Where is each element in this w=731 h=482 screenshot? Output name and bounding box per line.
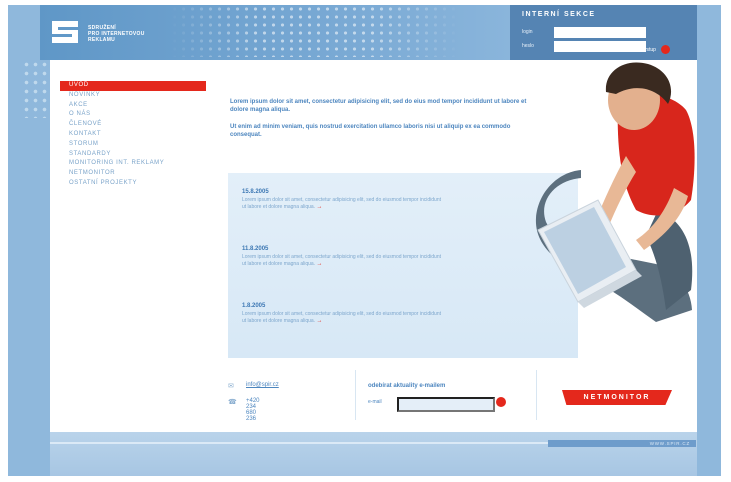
menu-item-ostatni-projekty[interactable]: OSTATNÍ PROJEKTY <box>60 179 206 189</box>
contact-phone: +420 234 680 236 <box>246 398 260 422</box>
logo-line-3: REKLAMU <box>88 37 116 43</box>
main-content: ÚVOD NOVINKY AKCE O NÁS ČLENOVÉ KONTAKT … <box>50 60 697 432</box>
menu-item-storum[interactable]: STORUM <box>60 140 206 150</box>
site-footer: WWW.SPIR.CZ <box>50 432 697 476</box>
login-submit-label: vstup <box>644 46 656 53</box>
subscribe-submit-button[interactable] <box>496 397 506 407</box>
menu-item-netmonitor[interactable]: NETMONITOR <box>60 169 206 179</box>
subscribe-title: odebírat aktuality e-mailem <box>368 383 446 389</box>
contact-email-link[interactable]: info@spir.cz <box>246 382 279 388</box>
main-menu: ÚVOD NOVINKY AKCE O NÁS ČLENOVÉ KONTAKT … <box>60 81 206 189</box>
news-date: 11.8.2005 <box>242 246 269 252</box>
footer-link[interactable]: WWW.SPIR.CZ <box>548 440 696 447</box>
login-title: INTERNÍ SEKCE <box>522 11 596 18</box>
menu-item-uvod[interactable]: ÚVOD <box>60 81 206 91</box>
news-item: 1.8.2005 Lorem ipsum dolor sit amet, con… <box>242 303 442 324</box>
logo-mark-icon <box>52 21 78 43</box>
subscribe-row: e-mail <box>368 397 506 412</box>
newsletter-subscribe: odebírat aktuality e-mailem e-mail <box>368 383 506 412</box>
news-item: 15.8.2005 Lorem ipsum dolor sit amet, co… <box>242 189 442 210</box>
menu-item-o-nas[interactable]: O NÁS <box>60 110 206 120</box>
subscribe-email-input[interactable] <box>397 397 495 412</box>
footer-divider <box>50 442 548 444</box>
mail-icon: ✉ <box>228 383 234 390</box>
logo-text: SDRUŽENÍ PRO INTERNETOVOU REKLAMU <box>88 25 178 43</box>
divider <box>355 370 356 420</box>
menu-item-akce[interactable]: AKCE <box>60 101 206 111</box>
news-more-arrow-icon[interactable]: → <box>317 261 323 267</box>
news-text: Lorem ipsum dolor sit amet, consectetur … <box>242 197 441 210</box>
login-password-input[interactable] <box>554 41 646 52</box>
login-user-row: login <box>522 27 646 38</box>
login-user-input[interactable] <box>554 27 646 38</box>
news-item: 11.8.2005 Lorem ipsum dolor sit amet, co… <box>242 246 442 267</box>
news-more-arrow-icon[interactable]: → <box>317 318 323 324</box>
menu-item-novinky[interactable]: NOVINKY <box>60 91 206 101</box>
login-panel: INTERNÍ SEKCE login heslo vstup <box>510 5 697 60</box>
news-text: Lorem ipsum dolor sit amet, consectetur … <box>242 311 441 324</box>
login-password-label: heslo <box>522 43 534 49</box>
menu-item-kontakt[interactable]: KONTAKT <box>60 130 206 140</box>
login-submit-button[interactable]: vstup <box>644 45 671 54</box>
menu-item-monitoring[interactable]: MONITORING INT. REKLAMY <box>60 159 206 169</box>
news-date: 1.8.2005 <box>242 303 266 309</box>
login-password-row: heslo <box>522 41 646 52</box>
hero-photo-laptop-user <box>535 62 695 322</box>
login-user-label: login <box>522 29 533 35</box>
news-more-arrow-icon[interactable]: → <box>317 204 323 210</box>
divider <box>536 370 537 420</box>
header-dot-pattern <box>170 5 460 57</box>
news-date: 15.8.2005 <box>242 189 269 195</box>
menu-item-clenove[interactable]: ČLENOVÉ <box>60 120 206 130</box>
phone-icon: ☎ <box>228 399 237 406</box>
arrow-right-icon <box>661 45 671 54</box>
site-header: SDRUŽENÍ PRO INTERNETOVOU REKLAMU INTERN… <box>40 5 697 60</box>
netmonitor-banner[interactable]: NETMONITOR <box>562 390 672 405</box>
subscribe-email-label: e-mail <box>368 399 382 405</box>
news-text: Lorem ipsum dolor sit amet, consectetur … <box>242 254 441 267</box>
menu-item-standardy[interactable]: STANDARDY <box>60 150 206 160</box>
